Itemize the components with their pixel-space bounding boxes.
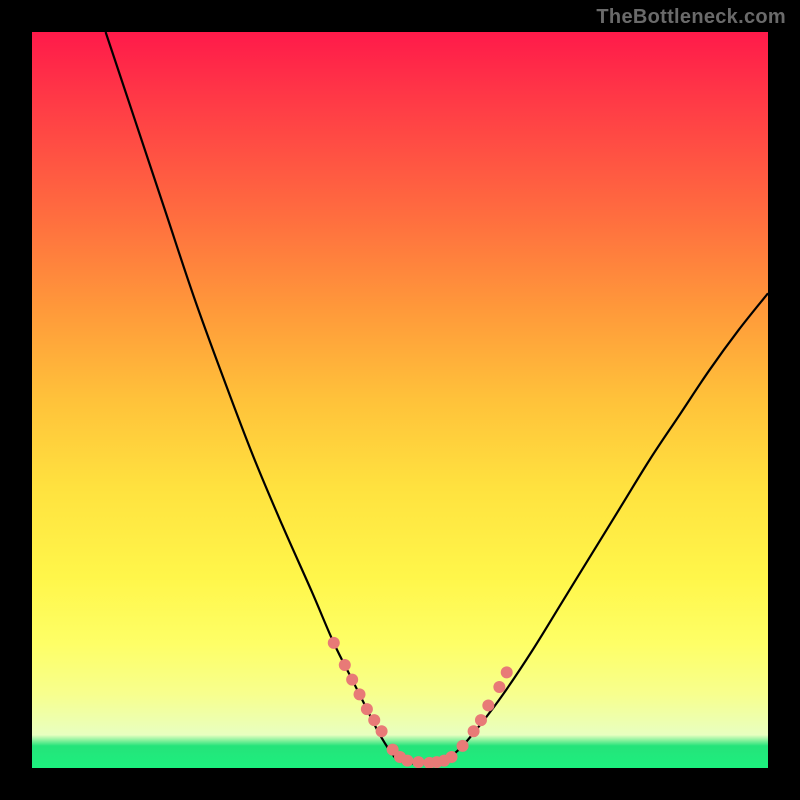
scatter-dot — [446, 751, 458, 763]
scatter-dot — [361, 703, 373, 715]
scatter-dot — [346, 674, 358, 686]
curve-left — [106, 32, 397, 759]
chart-area — [32, 32, 768, 768]
scatter-dot — [475, 714, 487, 726]
scatter-dot — [401, 755, 413, 767]
scatter-dot — [493, 681, 505, 693]
scatter-dot — [457, 740, 469, 752]
scatter-dot — [328, 637, 340, 649]
scatter-dot — [354, 688, 366, 700]
scatter-dot — [376, 725, 388, 737]
scatter-dot — [339, 659, 351, 671]
scatter-dot — [501, 666, 513, 678]
scatter-dot — [412, 756, 424, 768]
scatter-dot — [468, 725, 480, 737]
scatter-points — [328, 637, 513, 768]
watermark-text: TheBottleneck.com — [596, 6, 786, 29]
chart-svg — [32, 32, 768, 768]
scatter-dot — [482, 699, 494, 711]
scatter-dot — [368, 714, 380, 726]
